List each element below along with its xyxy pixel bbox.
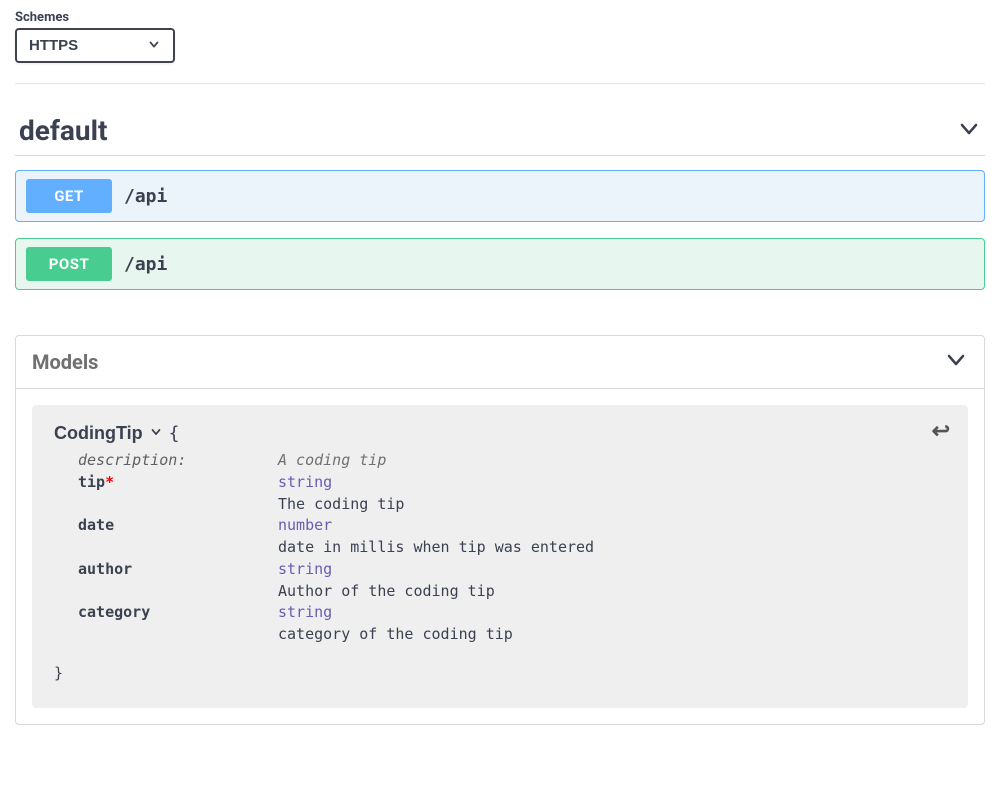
- model-prop-desc: The coding tip: [278, 494, 404, 516]
- model-prop-desc: date in millis when tip was entered: [278, 537, 594, 559]
- model-prop-key: date: [78, 515, 278, 537]
- return-icon[interactable]: ↩: [932, 419, 950, 444]
- model-card-codingtip: ↩ CodingTip { description: A coding tip …: [32, 405, 968, 708]
- method-badge-get: GET: [26, 179, 112, 213]
- model-name: CodingTip: [54, 423, 143, 444]
- model-prop-type: string: [278, 602, 332, 624]
- chevron-down-icon: [944, 348, 968, 376]
- model-description-val: A coding tip: [278, 450, 386, 472]
- tag-header[interactable]: default: [15, 84, 985, 156]
- model-name-row[interactable]: CodingTip {: [54, 423, 946, 444]
- model-prop-key: category: [78, 602, 278, 624]
- schemes-select[interactable]: HTTPS: [15, 28, 175, 63]
- models-body: ↩ CodingTip { description: A coding tip …: [16, 388, 984, 724]
- model-prop-type: string: [278, 559, 332, 581]
- model-prop-type: string: [278, 472, 332, 494]
- endpoint-get-api[interactable]: GET /api: [15, 170, 985, 222]
- open-brace: {: [169, 423, 180, 444]
- model-description-key: description:: [78, 450, 278, 472]
- endpoint-post-api[interactable]: POST /api: [15, 238, 985, 290]
- model-prop-desc: Author of the coding tip: [278, 581, 495, 603]
- models-header[interactable]: Models: [16, 336, 984, 388]
- model-prop-key: tip*: [78, 472, 278, 494]
- close-brace: }: [54, 664, 946, 682]
- models-title: Models: [32, 350, 98, 374]
- chevron-down-icon: [149, 423, 163, 444]
- model-prop-desc: category of the coding tip: [278, 624, 513, 646]
- models-container: Models ↩ CodingTip { description: A codi…: [15, 335, 985, 725]
- schemes-section: Schemes HTTPS: [15, 10, 985, 63]
- endpoint-path: /api: [124, 254, 167, 275]
- model-prop-key: author: [78, 559, 278, 581]
- chevron-down-icon: [957, 117, 981, 145]
- tag-title: default: [19, 114, 107, 147]
- schemes-select-wrap: HTTPS: [15, 28, 175, 63]
- model-properties: description: A coding tip tip* string Th…: [54, 450, 946, 646]
- model-prop-type: number: [278, 515, 332, 537]
- method-badge-post: POST: [26, 247, 112, 281]
- schemes-label: Schemes: [15, 10, 985, 25]
- endpoint-path: /api: [124, 186, 167, 207]
